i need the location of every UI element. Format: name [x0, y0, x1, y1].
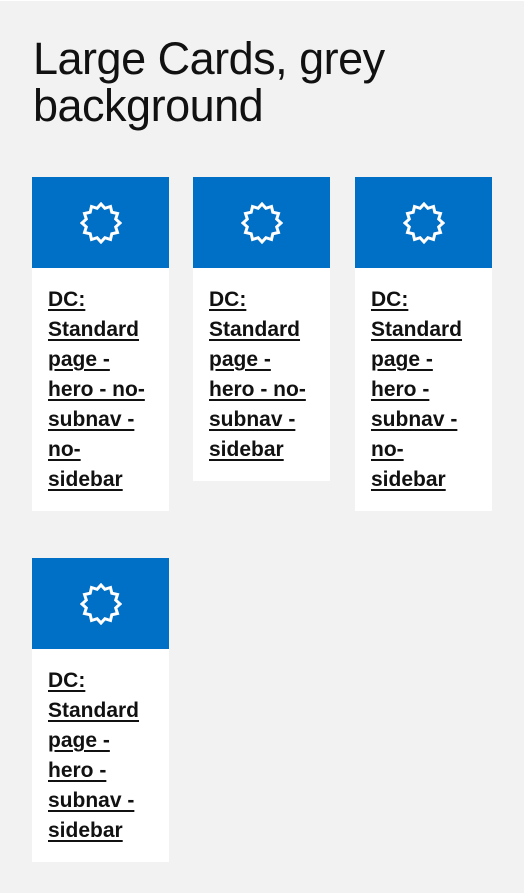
card-hero — [32, 558, 169, 649]
page-title: Large Cards, grey background — [33, 33, 385, 131]
card-3: DC: Standard page - hero - subnav - no-s… — [355, 177, 492, 511]
card-1: DC: Standard page - hero - no-subnav - n… — [32, 177, 169, 511]
card-body: DC: Standard page - hero - subnav - side… — [32, 649, 169, 862]
starburst-icon — [402, 201, 445, 244]
card-hero — [32, 177, 169, 268]
card-4: DC: Standard page - hero - subnav - side… — [32, 558, 169, 862]
card-2: DC: Standard page - hero - no-subnav - s… — [193, 177, 330, 481]
card-hero — [355, 177, 492, 268]
starburst-icon — [79, 201, 122, 244]
card-body: DC: Standard page - hero - no-subnav - n… — [32, 268, 169, 511]
starburst-icon — [79, 582, 122, 625]
starburst-icon — [240, 201, 283, 244]
card-hero — [193, 177, 330, 268]
card-link[interactable]: DC: Standard page - hero - no-subnav - s… — [209, 285, 314, 465]
grey-background-panel: Large Cards, grey background DC: Standar… — [0, 1, 524, 893]
card-link[interactable]: DC: Standard page - hero - no-subnav - n… — [48, 285, 153, 495]
card-body: DC: Standard page - hero - no-subnav - s… — [193, 268, 330, 481]
card-link[interactable]: DC: Standard page - hero - subnav - side… — [48, 666, 153, 846]
card-body: DC: Standard page - hero - subnav - no-s… — [355, 268, 492, 511]
card-link[interactable]: DC: Standard page - hero - subnav - no-s… — [371, 285, 476, 495]
